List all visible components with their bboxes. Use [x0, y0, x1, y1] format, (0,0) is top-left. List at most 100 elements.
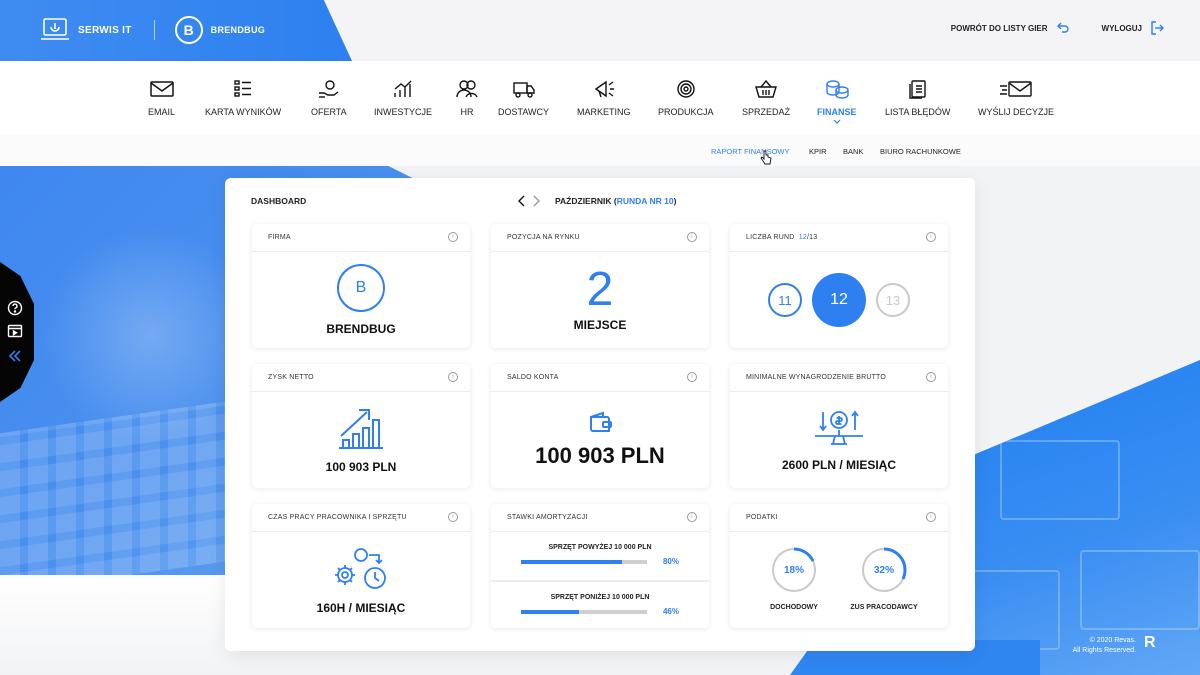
- help-icon[interactable]: [7, 300, 23, 316]
- nav-marketing[interactable]: MARKETING: [577, 79, 631, 117]
- round-total: /13: [806, 234, 818, 241]
- collapse-chevron-icon[interactable]: [7, 348, 23, 364]
- card-pozycja: POZYCJA NA RYNKU i 2 MIEJSCE: [491, 224, 709, 348]
- growth-chart-icon: [339, 409, 383, 449]
- tax-progress-ring: 18%: [770, 546, 818, 594]
- account-balance-value: 100 903 PLN: [535, 443, 665, 468]
- nav-sprzedaz[interactable]: SPRZEDAŻ: [742, 79, 790, 117]
- info-icon[interactable]: i: [687, 512, 697, 522]
- amortization-label: SPRZĘT POWYŻEJ 10 000 PLN: [548, 544, 652, 551]
- nav-label: PRODUKCJA: [658, 107, 714, 117]
- nav-oferta[interactable]: OFERTA: [311, 79, 347, 117]
- card-title: FIRMA: [268, 234, 291, 241]
- amortization-row-above: SPRZĘT POWYŻEJ 10 000 PLN 80%: [491, 532, 709, 580]
- round-next[interactable]: 13: [876, 283, 910, 317]
- info-icon[interactable]: i: [926, 372, 936, 382]
- tax-progress-ring: 32%: [860, 546, 908, 594]
- round-navigator: PAŹDZIERNIK (RUNDA NR 10): [515, 194, 676, 208]
- card-firma: FIRMA i B BRENDBUG: [252, 224, 470, 348]
- top-bar: SERWIS IT B BRENDBUG POWRÓT DO LISTY GIE…: [0, 0, 1200, 61]
- nav-label: MARKETING: [577, 107, 631, 117]
- amortization-label: SPRZĘT PONIŻEJ 10 000 PLN: [550, 594, 650, 601]
- amortization-bar-fill: [521, 560, 622, 564]
- nav-dostawcy[interactable]: DOSTAWCY: [498, 79, 549, 117]
- chevron-left-icon: [518, 195, 525, 207]
- info-icon[interactable]: i: [687, 372, 697, 382]
- amortization-bar-fill: [521, 610, 579, 614]
- nav-label: EMAIL: [148, 107, 176, 117]
- subnav-bank[interactable]: BANK: [843, 147, 863, 156]
- brand: SERWIS IT B BRENDBUG: [40, 16, 265, 44]
- card-title: PODATKI: [746, 514, 778, 521]
- round-current[interactable]: 12: [812, 273, 866, 327]
- logout-label: WYLOGUJ: [1101, 23, 1142, 33]
- market-rank: 2: [586, 263, 614, 316]
- card-title: MINIMALNE WYNAGRODZENIE BRUTTO: [746, 374, 887, 381]
- tax-income: 18% DOCHODOWY: [749, 546, 839, 628]
- nav-finanse[interactable]: FINANSE: [817, 79, 857, 133]
- info-icon[interactable]: i: [448, 232, 458, 242]
- truck-icon: [512, 82, 535, 98]
- tax-zus: 32% ZUS PRACODAWCY: [839, 546, 929, 628]
- nav-label: WYŚLIJ DECYZJE: [978, 107, 1055, 117]
- card-podatki: PODATKI i 18% DOCHODOWY 32% ZUS PRACODAWC…: [730, 504, 948, 628]
- nav-label: FINANSE: [817, 107, 857, 117]
- card-zysk-netto: ZYSK NETTO i 100 903 PLN: [252, 364, 470, 488]
- company-name: BRENDBUG: [210, 25, 266, 35]
- info-icon[interactable]: i: [687, 232, 697, 242]
- subnav-kpir[interactable]: KPIR: [809, 147, 827, 156]
- subnav-raport-finansowy[interactable]: RAPORT FINANSOWY: [711, 147, 789, 156]
- copyright-line-2: All Rights Reserved.: [1072, 647, 1136, 654]
- checklist-icon: [234, 80, 252, 97]
- tax-label: ZUS PRACODAWCY: [850, 604, 918, 611]
- work-time-icon: [335, 548, 386, 589]
- round-title: PAŹDZIERNIK (RUNDA NR 10): [555, 196, 676, 206]
- amortization-row-below: SPRZĘT PONIŻEJ 10 000 PLN 46%: [491, 580, 709, 628]
- revas-logo: R: [1144, 634, 1156, 651]
- round-prev[interactable]: 11: [768, 283, 802, 317]
- chevron-down-icon: [833, 119, 841, 124]
- nav-produkcja[interactable]: PRODUKCJA: [658, 79, 714, 117]
- amortization-bar: [521, 560, 647, 564]
- gear-target-icon: [677, 80, 695, 98]
- round-number: RUNDA NR 10: [616, 196, 674, 206]
- nav-hr[interactable]: HR: [456, 79, 478, 117]
- nav-karta-wynikow[interactable]: KARTA WYNIKÓW: [205, 79, 281, 117]
- nav-label: KARTA WYNIKÓW: [205, 107, 282, 117]
- nav-label: SPRZEDAŻ: [742, 107, 791, 117]
- tax-pct: 32%: [873, 564, 894, 576]
- info-icon[interactable]: i: [926, 232, 936, 242]
- app-name: SERWIS IT: [78, 24, 132, 36]
- nav-email[interactable]: EMAIL: [148, 79, 175, 117]
- megaphone-icon: [594, 80, 614, 98]
- people-icon: [456, 80, 478, 98]
- dashboard-title: DASHBOARD: [251, 196, 307, 206]
- info-icon[interactable]: i: [448, 512, 458, 522]
- nav-inwestycje[interactable]: INWESTYCJE: [374, 79, 432, 117]
- coins-icon: [826, 80, 849, 99]
- card-title: ZYSK NETTO: [268, 374, 314, 381]
- dashboard-panel: DASHBOARD PAŹDZIERNIK (RUNDA NR 10) FIRM…: [225, 178, 975, 651]
- nav-label: DOSTAWCY: [498, 107, 549, 117]
- card-title: SALDO KONTA: [507, 374, 559, 381]
- nav-label: LISTA BŁĘDÓW: [885, 107, 951, 117]
- card-title: LICZBA RUND: [746, 234, 795, 241]
- envelope-icon: [149, 81, 174, 97]
- info-icon[interactable]: i: [448, 372, 458, 382]
- company-name: BRENDBUG: [326, 322, 396, 336]
- salary-scale-icon: [815, 410, 863, 445]
- subnav-biuro-rachunkowe[interactable]: BIURO RACHUNKOWE: [880, 147, 961, 156]
- logout-button[interactable]: WYLOGUJ: [1102, 21, 1164, 35]
- back-to-games-button[interactable]: POWRÓT DO LISTY GIER: [951, 21, 1070, 35]
- logout-icon: [1151, 21, 1164, 35]
- nav-wyslij-decyzje[interactable]: WYŚLIJ DECYZJE: [978, 79, 1054, 117]
- previous-round-button[interactable]: [515, 194, 529, 208]
- next-round-button[interactable]: [529, 194, 543, 208]
- copyright: © 2020 Revas. All Rights Reserved.: [1073, 636, 1136, 656]
- amortization-bar: [521, 610, 647, 614]
- nav-lista-bledow[interactable]: LISTA BŁĘDÓW: [885, 79, 950, 117]
- wallet-icon: [590, 411, 612, 432]
- info-icon[interactable]: i: [926, 512, 936, 522]
- video-tutorial-icon[interactable]: [7, 323, 23, 339]
- send-mail-icon: [1000, 81, 1032, 97]
